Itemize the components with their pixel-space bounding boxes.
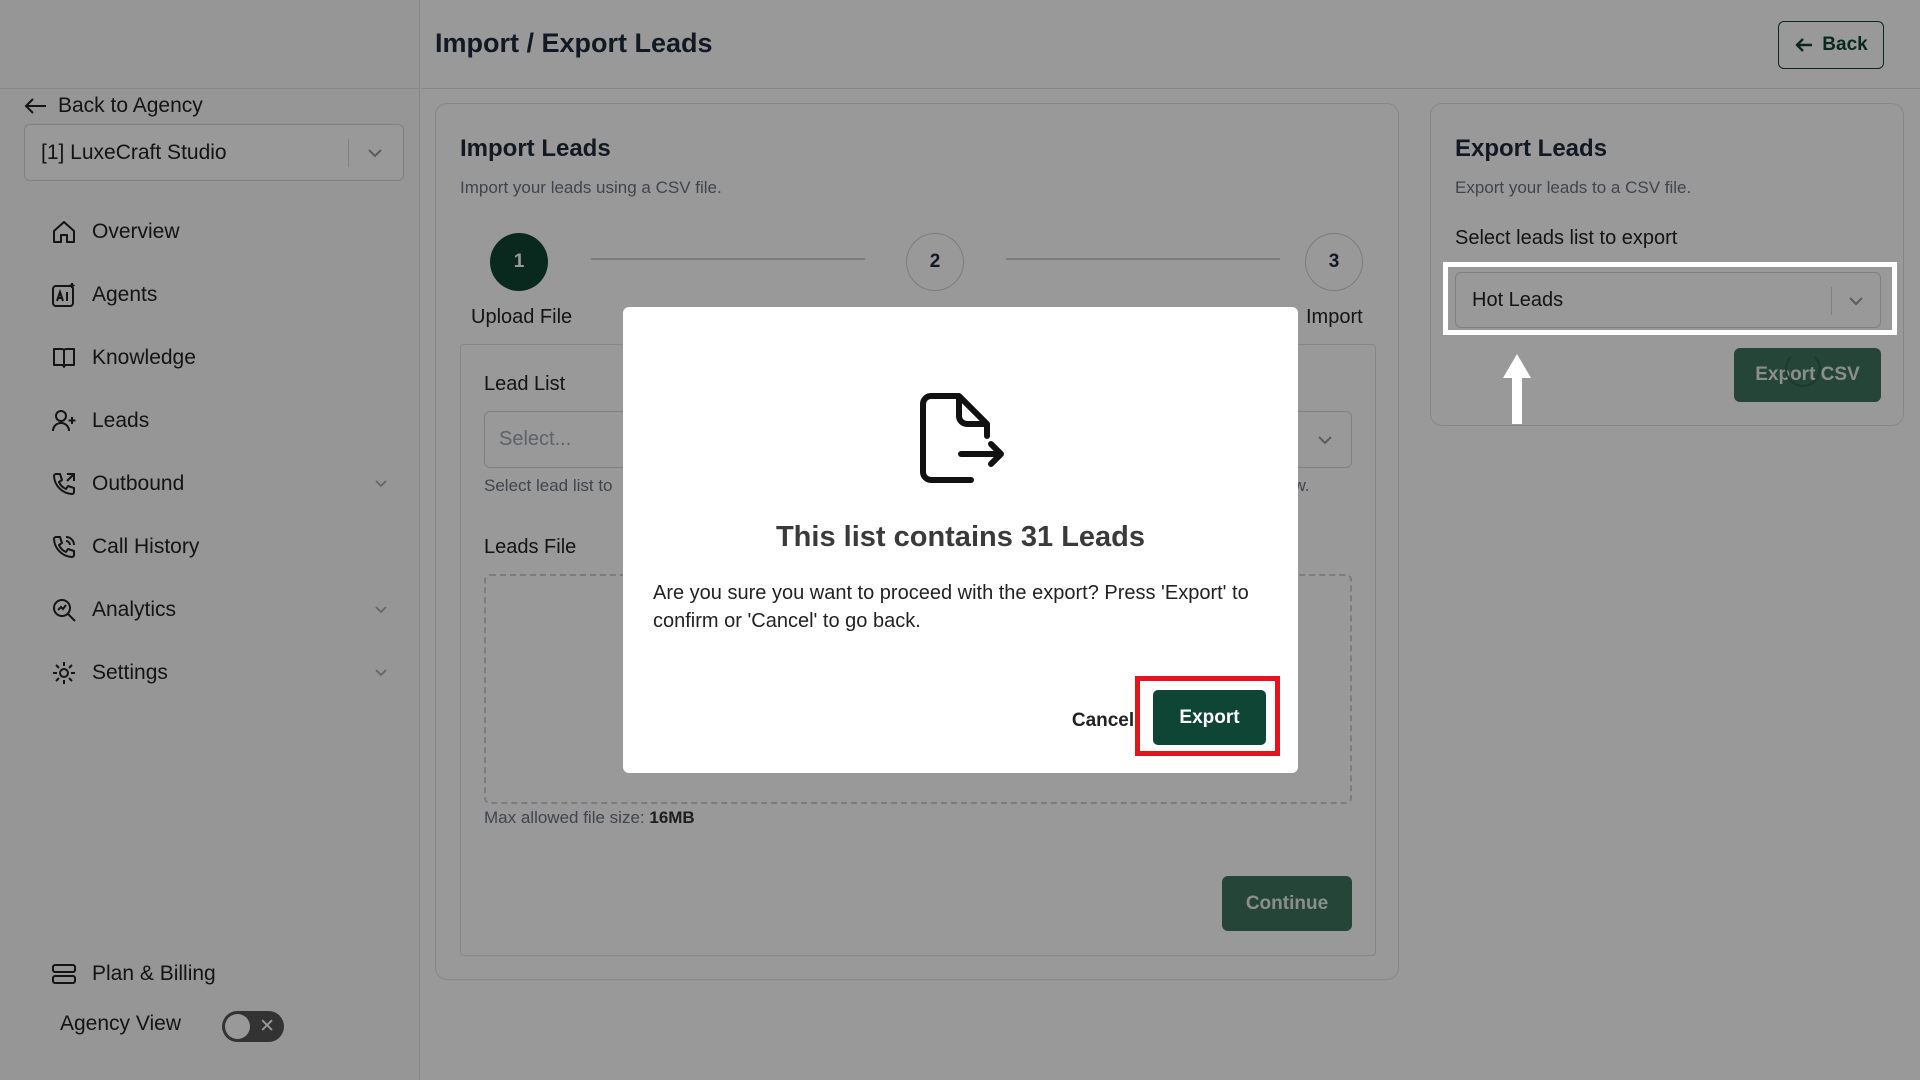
- loading-spinner-icon: [1785, 351, 1821, 387]
- dialog-message: Are you sure you want to proceed with th…: [653, 582, 1249, 632]
- file-export-icon: [920, 393, 1004, 483]
- highlight-export-button: [1135, 676, 1280, 756]
- dialog-title: This list contains 31 Leads: [775, 521, 1146, 553]
- highlight-export-select: [1443, 262, 1897, 335]
- arrow-up-icon: [1503, 354, 1531, 424]
